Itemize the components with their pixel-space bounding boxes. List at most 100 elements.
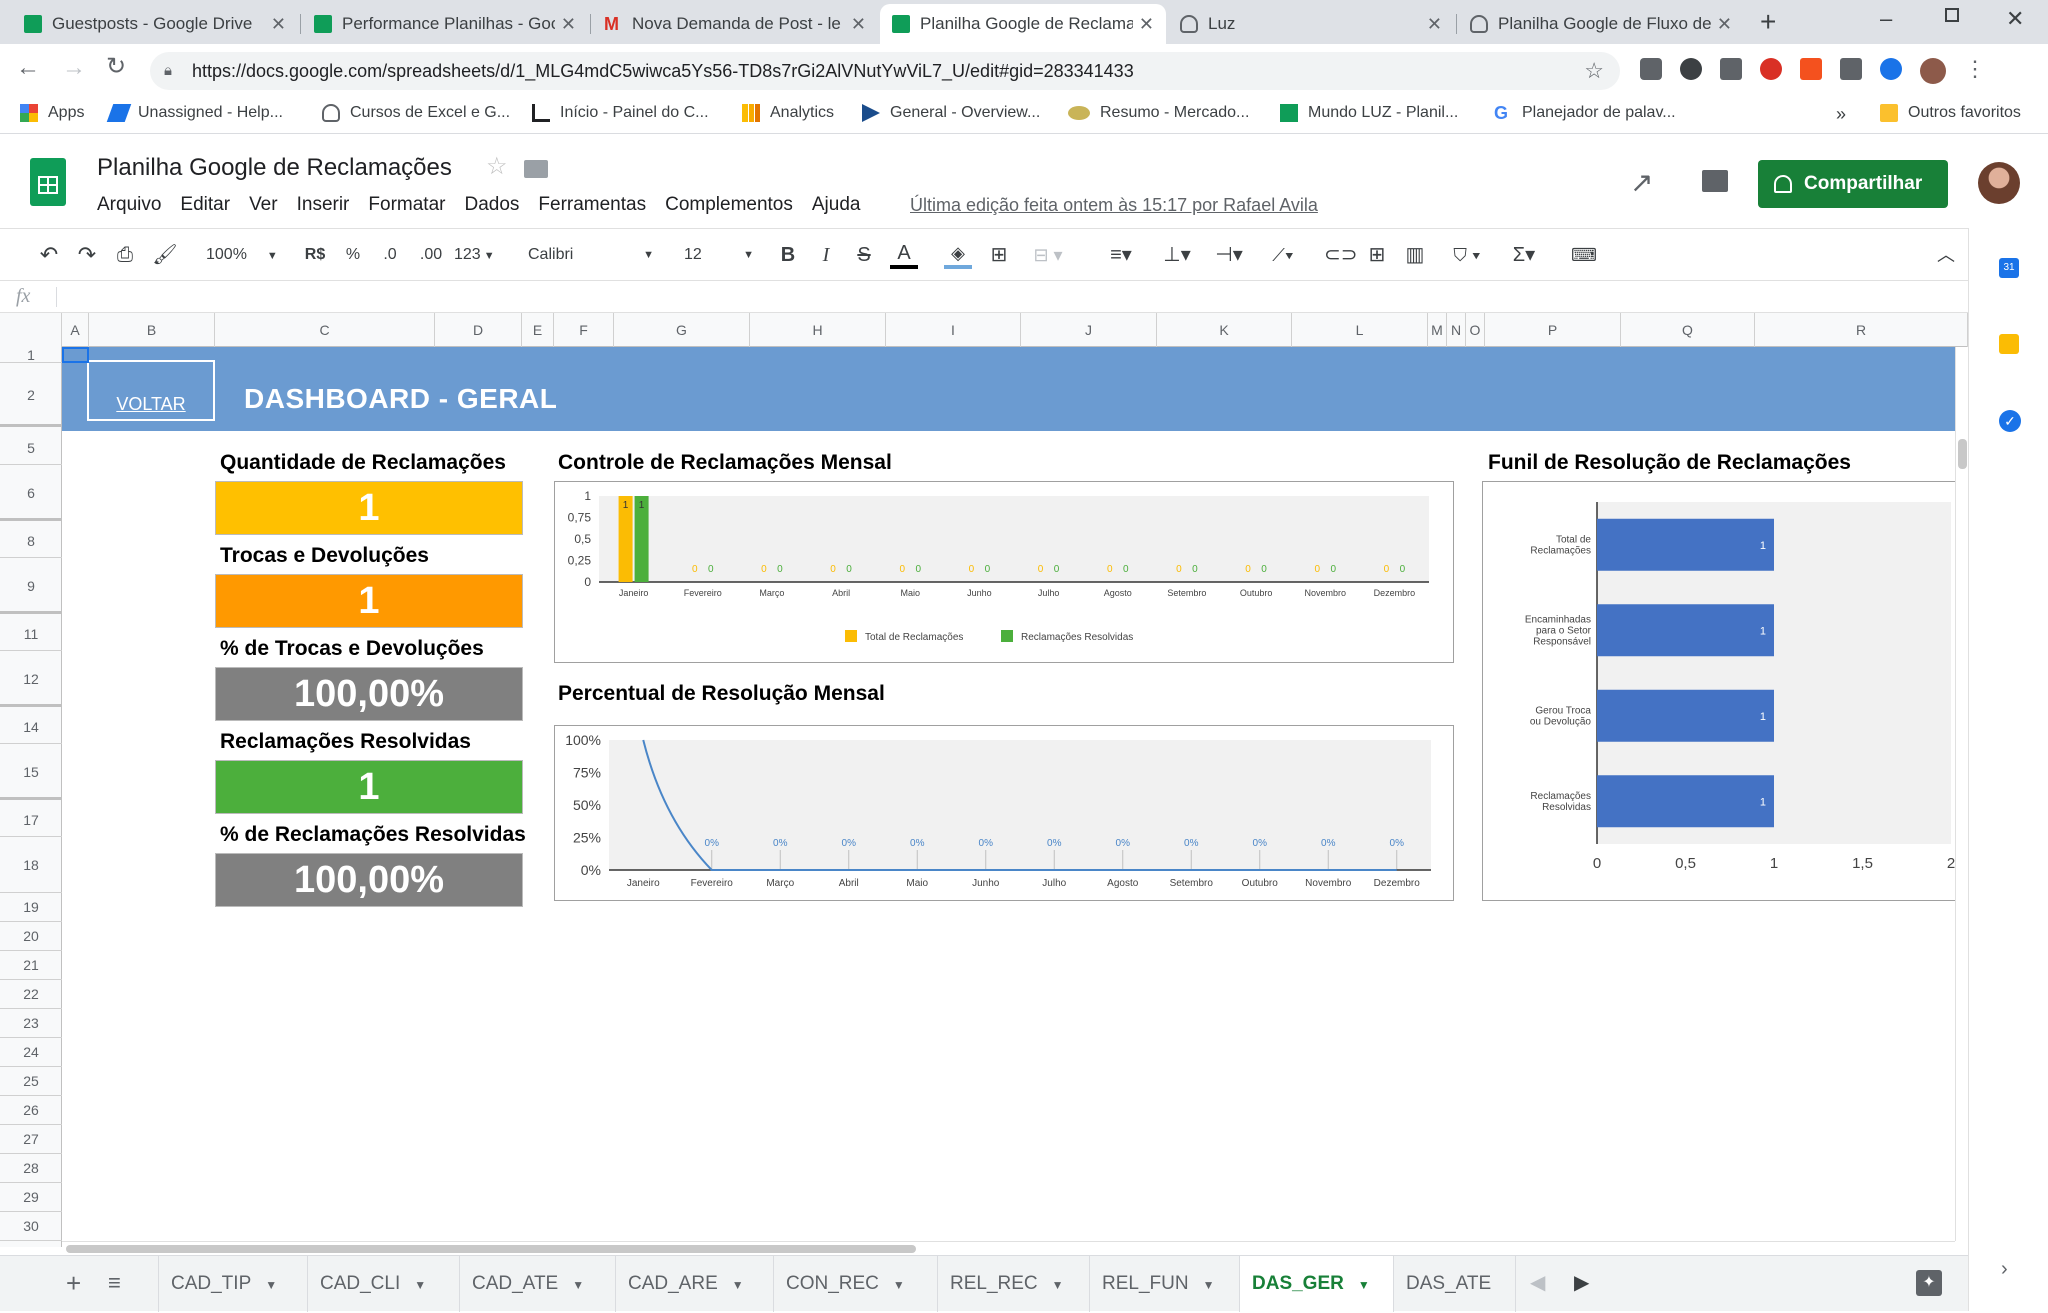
column-header[interactable]: H — [750, 313, 886, 347]
comment-icon[interactable]: ⊞ — [1364, 241, 1390, 269]
browser-tab[interactable]: Performance Planilhas - Goo ✕ — [302, 4, 588, 44]
vertical-scrollbar[interactable] — [1955, 347, 1968, 1241]
star-icon[interactable]: ☆ — [486, 152, 508, 181]
profile-avatar[interactable] — [1920, 58, 1946, 84]
forward-icon[interactable]: → — [62, 54, 86, 82]
doc-title[interactable]: Planilha Google de Reclamações — [97, 154, 452, 182]
input-tools-icon[interactable]: ⌨ — [1570, 241, 1598, 269]
close-icon[interactable]: ✕ — [851, 14, 866, 35]
row-header[interactable]: 1 — [0, 347, 62, 363]
row-header[interactable]: 19 — [0, 893, 62, 922]
column-header[interactable]: D — [435, 313, 522, 347]
sheet-tab[interactable]: REL_FUN ▼ — [1090, 1256, 1240, 1312]
extension-icon[interactable] — [1840, 58, 1862, 80]
undo-icon[interactable]: ↶ — [36, 241, 62, 269]
sheet-tab[interactable]: CAD_CLI ▼ — [308, 1256, 460, 1312]
close-icon[interactable]: ✕ — [1139, 14, 1154, 35]
camera-extension-icon[interactable] — [1640, 58, 1662, 80]
url-input[interactable]: 🔒︎ https://docs.google.com/spreadsheets/… — [150, 52, 1620, 90]
zoom-select[interactable]: 100% ▼ — [206, 241, 286, 269]
column-header[interactable]: N — [1447, 313, 1466, 347]
row-header[interactable]: 18 — [0, 837, 62, 893]
browser-tab[interactable]: M Nova Demanda de Post - le ✕ — [592, 4, 878, 44]
add-sheet-icon[interactable]: + — [66, 1268, 81, 1299]
voltar-button[interactable]: VOLTAR — [87, 360, 215, 421]
row-header[interactable]: 11 — [0, 617, 62, 651]
column-header[interactable]: B — [89, 313, 215, 347]
browser-tab[interactable]: Planilha Google de Fluxo de ✕ — [1458, 4, 1744, 44]
last-edit-link[interactable]: Última edição feita ontem às 15:17 por R… — [910, 195, 1318, 216]
column-header[interactable]: P — [1485, 313, 1621, 347]
column-header[interactable]: K — [1157, 313, 1292, 347]
extension-icon[interactable] — [1800, 58, 1822, 80]
other-bookmarks[interactable]: Outros favoritos — [1880, 104, 2021, 122]
column-header[interactable]: M — [1428, 313, 1447, 347]
collapse-icon[interactable]: ︿ — [1934, 241, 1958, 269]
explore-icon[interactable]: ✦ — [1916, 1270, 1942, 1296]
funnel-chart[interactable]: 0 0,5 1 1,5 2 1 Total de Reclamações 1 Encaminhad… — [1482, 481, 1955, 901]
new-tab-icon[interactable]: + — [1760, 6, 1776, 38]
borders-icon[interactable]: ⊞ — [986, 241, 1012, 269]
chart-icon[interactable]: ▥ — [1402, 241, 1428, 269]
row-header[interactable]: 20 — [0, 922, 62, 951]
menu-ajuda[interactable]: Ajuda — [812, 194, 861, 216]
currency-button[interactable]: R$ — [302, 241, 328, 269]
browser-tab[interactable]: Guestposts - Google Drive ✕ — [12, 4, 298, 44]
formula-bar[interactable]: fx — [0, 281, 1968, 313]
maximize-icon[interactable] — [1945, 8, 1959, 22]
row-header[interactable]: 28 — [0, 1154, 62, 1183]
text-rotation-icon[interactable]: ⟋▾ — [1260, 241, 1306, 269]
print-icon[interactable]: ⎙ — [112, 241, 138, 269]
link-icon[interactable]: ⊂⊃ — [1324, 241, 1358, 269]
column-header[interactable]: I — [886, 313, 1021, 347]
menu-complementos[interactable]: Complementos — [665, 194, 793, 216]
menu-ferramentas[interactable]: Ferramentas — [538, 194, 646, 216]
sheet-tab[interactable]: CAD_ATE ▼ — [460, 1256, 616, 1312]
sheet-grid[interactable]: VOLTAR DASHBOARD - GERAL Quantidade de R… — [62, 347, 1955, 1241]
more-icon[interactable]: ⋮ — [1964, 58, 1986, 84]
column-header[interactable]: Q — [1621, 313, 1755, 347]
more-formats-select[interactable]: 123 ▼ — [454, 241, 500, 269]
font-select[interactable]: Calibri ▼ — [528, 241, 654, 269]
scroll-tabs-left-icon[interactable]: ◀ — [1530, 1270, 1545, 1295]
row-header[interactable]: 2 — [0, 363, 62, 427]
row-header[interactable]: 17 — [0, 803, 62, 837]
extension-icon[interactable] — [1680, 58, 1702, 80]
close-window-icon[interactable]: ✕ — [2006, 6, 2024, 32]
row-header[interactable]: 22 — [0, 980, 62, 1009]
expand-panel-icon[interactable]: › — [2001, 1258, 2008, 1281]
row-header[interactable]: 21 — [0, 951, 62, 980]
sheet-tab[interactable]: REL_REC ▼ — [938, 1256, 1090, 1312]
filter-icon[interactable]: ⛉ ▾ — [1444, 241, 1490, 269]
row-header[interactable]: 26 — [0, 1096, 62, 1125]
row-header[interactable]: 9 — [0, 558, 62, 614]
merge-cells-icon[interactable]: ⊟ ▾ — [1026, 241, 1070, 269]
sheet-tab[interactable]: CON_REC ▼ — [774, 1256, 938, 1312]
bookmark[interactable]: Mundo LUZ - Planil... — [1280, 104, 1458, 122]
column-header[interactable]: O — [1466, 313, 1485, 347]
bookmark-apps[interactable]: Apps — [20, 104, 84, 122]
paint-format-icon[interactable]: 🖌︎ — [152, 241, 178, 269]
bookmark[interactable]: Unassigned - Help... — [106, 104, 283, 122]
row-header[interactable]: 12 — [0, 651, 62, 707]
reload-icon[interactable]: ↻ — [106, 52, 126, 81]
menu-arquivo[interactable]: Arquivo — [97, 194, 161, 216]
scrollbar-thumb[interactable] — [1958, 439, 1967, 469]
row-header[interactable]: 5 — [0, 431, 62, 465]
bookmark[interactable]: G Planejador de palav... — [1494, 104, 1676, 122]
share-button[interactable]: Compartilhar — [1758, 160, 1948, 208]
sheet-tab[interactable]: CAD_ARE ▼ — [616, 1256, 774, 1312]
horizontal-align-icon[interactable]: ≡▾ — [1098, 241, 1144, 269]
close-icon[interactable]: ✕ — [561, 14, 576, 35]
row-header[interactable]: 14 — [0, 710, 62, 744]
all-sheets-icon[interactable]: ≡ — [108, 1270, 121, 1296]
close-icon[interactable]: ✕ — [1717, 14, 1732, 35]
bookmark[interactable]: General - Overview... — [862, 104, 1040, 122]
sheet-tab[interactable]: CAD_TIP ▼ — [158, 1256, 308, 1312]
redo-icon[interactable]: ↷ — [74, 241, 100, 269]
functions-icon[interactable]: Σ▾ — [1504, 241, 1544, 269]
folder-icon[interactable] — [524, 160, 548, 178]
minimize-icon[interactable]: – — [1880, 6, 1892, 32]
row-header[interactable]: 27 — [0, 1125, 62, 1154]
column-header[interactable]: A — [62, 313, 89, 347]
